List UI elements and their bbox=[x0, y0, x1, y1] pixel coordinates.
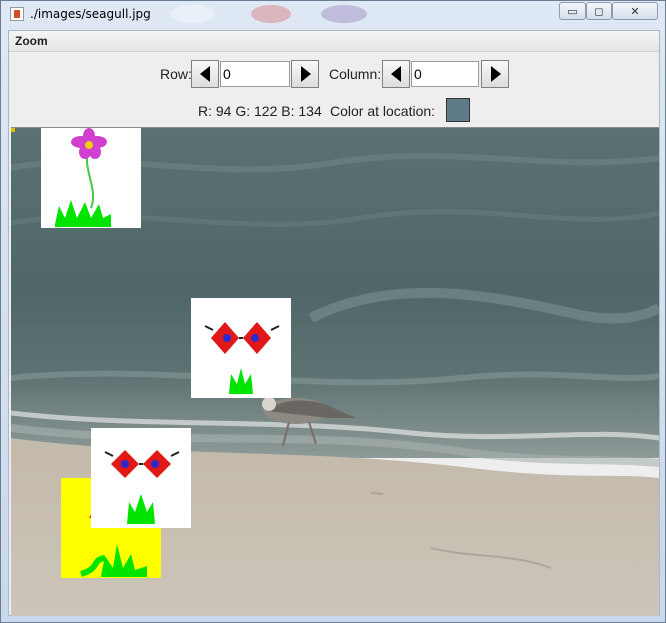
window-title: ./images/seagull.jpg bbox=[30, 7, 151, 21]
picture-canvas[interactable] bbox=[11, 127, 659, 616]
face-picture-tile bbox=[191, 298, 291, 398]
column-input[interactable] bbox=[411, 61, 479, 87]
flower-picture-tile bbox=[41, 128, 141, 228]
menu-item-zoom[interactable]: Zoom bbox=[15, 34, 48, 48]
row-label: Row: bbox=[160, 66, 192, 82]
minimize-icon: ▭ bbox=[567, 4, 578, 18]
column-next-button[interactable] bbox=[481, 60, 509, 88]
java-app-icon bbox=[10, 7, 24, 21]
cursor-location-marker bbox=[11, 128, 15, 132]
title-glass-highlight bbox=[251, 5, 291, 23]
color-swatch bbox=[446, 98, 470, 122]
app-window: ./images/seagull.jpg ▭ ◻ ✕ Zoom Row: Col… bbox=[0, 0, 666, 623]
close-button[interactable]: ✕ bbox=[612, 2, 658, 20]
title-glass-highlight bbox=[321, 5, 367, 23]
title-glass-highlight bbox=[171, 5, 215, 23]
face-picture-tile bbox=[91, 428, 191, 528]
pixel-rgb-readout: R: 94 G: 122 B: 134 bbox=[198, 103, 322, 119]
maximize-button[interactable]: ◻ bbox=[586, 2, 612, 20]
maximize-icon: ◻ bbox=[594, 4, 604, 18]
menu-bar: Zoom bbox=[9, 31, 659, 52]
row-prev-button[interactable] bbox=[191, 60, 219, 88]
close-icon: ✕ bbox=[630, 4, 640, 18]
row-next-button[interactable] bbox=[291, 60, 319, 88]
row-input[interactable] bbox=[220, 61, 290, 87]
column-label: Column: bbox=[329, 66, 382, 82]
title-bar[interactable]: ./images/seagull.jpg ▭ ◻ ✕ bbox=[1, 1, 665, 27]
color-at-location-label: Color at location: bbox=[330, 103, 436, 119]
content-pane: Zoom Row: Column: R: 94 G: 122 B: 134 Co… bbox=[8, 30, 660, 616]
column-prev-button[interactable] bbox=[382, 60, 410, 88]
minimize-button[interactable]: ▭ bbox=[559, 2, 586, 20]
